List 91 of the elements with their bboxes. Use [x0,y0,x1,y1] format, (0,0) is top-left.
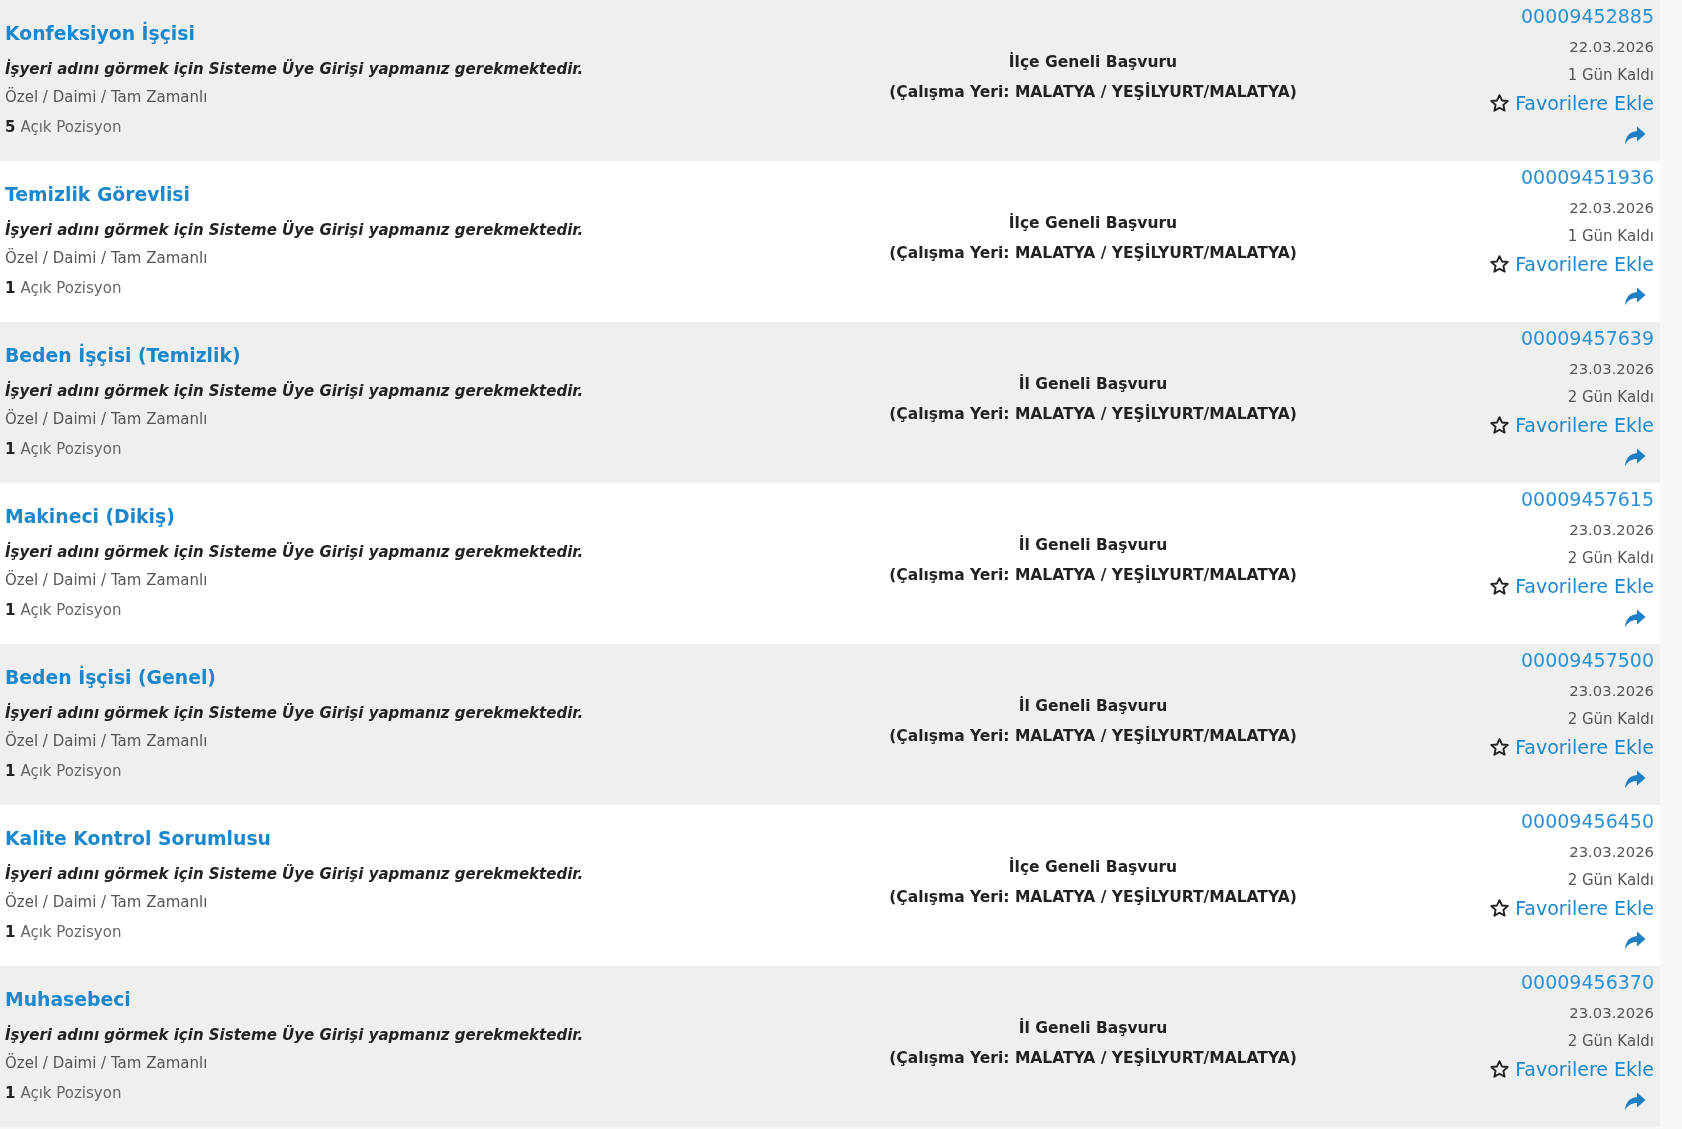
employer-note: İşyeri adını görmek için Sisteme Üye Girişi yapmanız gerekmektedir. [5,380,584,402]
work-location: (Çalışma Yeri: MALATYA / YEŞİLYURT/MALATYA) [889,403,1297,425]
share-icon[interactable] [1624,770,1646,789]
days-left: 2 Gün Kaldı [1567,870,1654,891]
add-favorite-link[interactable]: Favorilere Ekle [1490,894,1654,922]
days-left: 1 Gün Kaldı [1567,226,1654,247]
add-favorite-link[interactable]: Favorilere Ekle [1490,1055,1654,1083]
application-scope: İl Geneli Başvuru [1018,534,1168,556]
add-favorite-link[interactable]: Favorilere Ekle [1490,733,1654,761]
listing-date: 23.03.2026 [1569,359,1654,379]
work-location: (Çalışma Yeri: MALATYA / YEŞİLYURT/MALATYA) [889,1047,1297,1069]
job-title-link[interactable]: Temizlik Görevlisi [5,181,190,209]
application-scope: İl Geneli Başvuru [1018,373,1168,395]
open-positions-count: 1 [5,439,16,460]
employer-note: İşyeri adını görmek için Sisteme Üye Girişi yapmanız gerekmektedir. [5,58,584,80]
employment-type: Özel / Daimi / Tam Zamanlı [5,86,208,108]
open-positions-label: Açık Pozisyon [20,439,122,460]
days-left: 2 Gün Kaldı [1567,387,1654,408]
employment-type: Özel / Daimi / Tam Zamanlı [5,891,208,913]
job-title-link[interactable]: Beden İşçisi (Genel) [5,664,216,692]
star-icon [1490,1060,1510,1078]
application-scope: İl Geneli Başvuru [1018,1017,1168,1039]
job-title-link[interactable]: Kalite Kontrol Sorumlusu [5,825,271,853]
star-icon [1490,899,1510,917]
days-left: 2 Gün Kaldı [1567,548,1654,569]
add-favorite-link[interactable]: Favorilere Ekle [1490,89,1654,117]
add-favorite-link[interactable]: Favorilere Ekle [1490,411,1654,439]
open-positions-count: 1 [5,761,16,782]
open-positions-count: 1 [5,600,16,621]
application-scope: İl Geneli Başvuru [1018,695,1168,717]
add-favorite-link[interactable]: Favorilere Ekle [1490,250,1654,278]
work-location: (Çalışma Yeri: MALATYA / YEŞİLYURT/MALATYA) [889,725,1297,747]
listing-number-link[interactable]: 00009456370 [1521,968,1654,996]
share-icon[interactable] [1624,1092,1646,1111]
job-title-link[interactable]: Makineci (Dikiş) [5,503,175,531]
employment-type: Özel / Daimi / Tam Zamanlı [5,408,208,430]
application-scope: İlçe Geneli Başvuru [1008,51,1178,73]
share-icon[interactable] [1624,287,1646,306]
listing-number-link[interactable]: 00009452885 [1521,2,1654,30]
job-title-link[interactable]: Konfeksiyon İşçisi [5,20,195,48]
employment-type: Özel / Daimi / Tam Zamanlı [5,1052,208,1074]
days-left: 2 Gün Kaldı [1567,1031,1654,1052]
days-left: 1 Gün Kaldı [1567,65,1654,86]
work-location: (Çalışma Yeri: MALATYA / YEŞİLYURT/MALATYA) [889,81,1297,103]
days-left: 2 Gün Kaldı [1567,709,1654,730]
job-title-link[interactable]: Beden İşçisi (Temizlik) [5,342,241,370]
employer-note: İşyeri adını görmek için Sisteme Üye Girişi yapmanız gerekmektedir. [5,541,584,563]
employment-type: Özel / Daimi / Tam Zamanlı [5,569,208,591]
work-location: (Çalışma Yeri: MALATYA / YEŞİLYURT/MALATYA) [889,242,1297,264]
share-icon[interactable] [1624,931,1646,950]
star-icon [1490,577,1510,595]
employment-type: Özel / Daimi / Tam Zamanlı [5,730,208,752]
listing-date: 23.03.2026 [1569,842,1654,862]
star-icon [1490,416,1510,434]
listing-date: 23.03.2026 [1569,681,1654,701]
listing-date: 22.03.2026 [1569,198,1654,218]
open-positions-count: 1 [5,922,16,943]
open-positions-label: Açık Pozisyon [20,278,122,299]
listing-number-link[interactable]: 00009457500 [1521,646,1654,674]
job-title-link[interactable]: Muhasebeci [5,986,131,1014]
listing-number-link[interactable]: 00009451936 [1521,163,1654,191]
employment-type: Özel / Daimi / Tam Zamanlı [5,247,208,269]
work-location: (Çalışma Yeri: MALATYA / YEŞİLYURT/MALATYA) [889,564,1297,586]
open-positions-count: 1 [5,1083,16,1104]
employer-note: İşyeri adını görmek için Sisteme Üye Girişi yapmanız gerekmektedir. [5,702,584,724]
star-icon [1490,94,1510,112]
share-icon[interactable] [1624,126,1646,145]
employer-note: İşyeri adını görmek için Sisteme Üye Girişi yapmanız gerekmektedir. [5,1024,584,1046]
open-positions-label: Açık Pozisyon [20,117,122,138]
share-icon[interactable] [1624,609,1646,628]
star-icon [1490,738,1510,756]
application-scope: İlçe Geneli Başvuru [1008,856,1178,878]
employer-note: İşyeri adını görmek için Sisteme Üye Girişi yapmanız gerekmektedir. [5,219,584,241]
open-positions-label: Açık Pozisyon [20,761,122,782]
open-positions-label: Açık Pozisyon [20,1083,122,1104]
listing-number-link[interactable]: 00009457615 [1521,485,1654,513]
open-positions-label: Açık Pozisyon [20,922,122,943]
listing-number-link[interactable]: 00009457639 [1521,324,1654,352]
star-icon [1490,255,1510,273]
work-location: (Çalışma Yeri: MALATYA / YEŞİLYURT/MALATYA) [889,886,1297,908]
listing-date: 23.03.2026 [1569,520,1654,540]
listing-number-link[interactable]: 00009456450 [1521,807,1654,835]
listing-date: 22.03.2026 [1569,37,1654,57]
share-icon[interactable] [1624,448,1646,467]
application-scope: İlçe Geneli Başvuru [1008,212,1178,234]
employer-note: İşyeri adını görmek için Sisteme Üye Girişi yapmanız gerekmektedir. [5,863,584,885]
listing-date: 23.03.2026 [1569,1003,1654,1023]
add-favorite-link[interactable]: Favorilere Ekle [1490,572,1654,600]
open-positions-label: Açık Pozisyon [20,600,122,621]
open-positions-count: 5 [5,117,16,138]
open-positions-count: 1 [5,278,16,299]
